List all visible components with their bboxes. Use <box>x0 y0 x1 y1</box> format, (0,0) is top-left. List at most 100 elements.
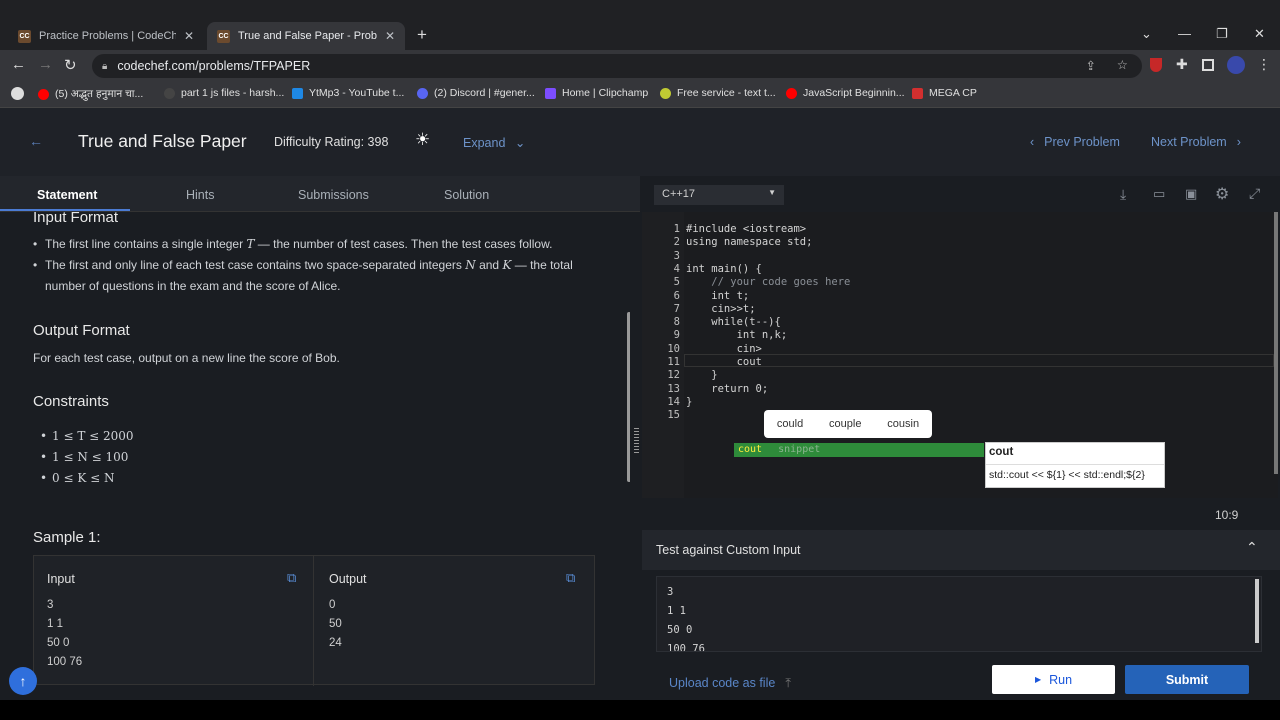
statement-scrollbar[interactable] <box>627 312 630 482</box>
sample-table: Input ⧉ 3 1 1 50 0 100 76 Output ⧉ 0 50 … <box>33 555 595 686</box>
browser-tab-practice[interactable]: CC Practice Problems | CodeChef ✕ <box>8 22 204 50</box>
extensions-puzzle-icon[interactable]: ✚ <box>1176 56 1188 73</box>
close-tab-icon[interactable]: ✕ <box>184 29 194 43</box>
custom-input-scrollbar[interactable] <box>1255 579 1259 643</box>
url-text: codechef.com/problems/TFPAPER <box>117 59 311 73</box>
codechef-favicon-icon: CC <box>18 29 31 43</box>
settings-gear-icon[interactable]: ⚙ <box>1215 184 1229 204</box>
mega-icon <box>912 87 923 99</box>
upload-code-link[interactable]: Upload code as file ⤒ <box>669 676 791 691</box>
snippet-suggestion-row[interactable]: cout snippet <box>734 443 984 457</box>
constraint-item: 0 ≤ K ≤ N <box>40 468 115 489</box>
caret-down-icon: ▼ <box>768 188 776 197</box>
youtube-icon <box>786 87 797 99</box>
word-suggestion[interactable]: could <box>777 418 803 430</box>
line-number: 12 <box>667 369 680 382</box>
profile-avatar[interactable] <box>1227 56 1245 74</box>
tab-submissions[interactable]: Submissions <box>298 188 369 202</box>
submit-button[interactable]: Submit <box>1125 665 1249 694</box>
bookmark-item[interactable]: MEGA CP <box>912 87 977 99</box>
output-format-text: For each test case, output on a new line… <box>33 351 340 365</box>
globe-icon[interactable] <box>11 87 24 100</box>
word-suggestion[interactable]: couple <box>829 418 861 430</box>
input-format-bullet: The first and only line of each test cas… <box>33 255 605 297</box>
word-suggestion[interactable]: cousin <box>887 418 919 430</box>
custom-input-header[interactable]: Test against Custom Input ⌃ <box>642 530 1280 570</box>
chevron-left-icon: ‹ <box>1030 135 1035 149</box>
word-suggestions-popup: could couple cousin <box>764 410 932 438</box>
code-line: return 0; <box>686 382 769 395</box>
code-line: cin> <box>686 342 762 355</box>
next-problem-button[interactable]: Next Problem › <box>1151 135 1241 149</box>
back-icon[interactable]: ← <box>11 56 26 73</box>
run-button[interactable]: ▶ Run <box>992 665 1115 694</box>
reload-icon[interactable]: ↻ <box>64 56 77 74</box>
bookmark-star-icon[interactable]: ☆ <box>1117 57 1128 72</box>
download-icon[interactable]: ⤓ <box>1120 186 1126 203</box>
difficulty-rating: Difficulty Rating: 398 <box>274 135 389 149</box>
fullscreen-icon[interactable]: ⤢ <box>1249 185 1260 202</box>
bookmark-item[interactable]: JavaScript Beginnin... <box>786 87 905 99</box>
bookmark-item[interactable]: Home | Clipchamp <box>545 87 648 99</box>
bookmark-item[interactable]: YtMp3 - YouTube t... <box>292 87 404 99</box>
editor-pane: C++17 ▼ ⤓ ▭ ▣ ⚙ ⤢ 1 #include <iostream> 2 u… <box>642 176 1280 700</box>
language-select[interactable]: C++17 ▼ <box>654 185 784 205</box>
input-format-bullet: The first line contains a single integer… <box>33 234 605 255</box>
maximize-icon[interactable]: ❐ <box>1216 26 1228 42</box>
line-number: 11 <box>667 356 680 368</box>
menu-kebab-icon[interactable]: ⋮ <box>1257 56 1271 73</box>
codechef-favicon-icon: CC <box>217 29 230 43</box>
new-tab-icon[interactable]: + <box>417 25 427 45</box>
address-bar[interactable]: 🔒︎ codechef.com/problems/TFPAPER ⇪ ☆ <box>92 54 1142 78</box>
page-title: True and False Paper <box>78 131 247 151</box>
sun-icon[interactable]: ☀ <box>415 130 430 150</box>
editor-scrollbar[interactable] <box>1274 212 1278 474</box>
pane-resize-handle[interactable] <box>634 428 639 454</box>
code-line: cin>>t; <box>686 302 756 315</box>
sidepanel-icon[interactable] <box>1202 59 1214 71</box>
share-icon[interactable]: ⇪ <box>1086 58 1096 73</box>
tab-solution[interactable]: Solution <box>444 188 489 202</box>
bookmark-item[interactable]: (5) अद्भुत हनुमान चा... <box>38 87 143 101</box>
close-window-icon[interactable]: ✕ <box>1254 26 1265 42</box>
copy-icon[interactable]: ⧉ <box>566 570 575 586</box>
chevron-down-icon: ⌄ <box>514 136 526 150</box>
tab-statement[interactable]: Statement <box>37 188 97 202</box>
line-number: 10 <box>667 342 680 355</box>
bookmark-item[interactable]: (2) Discord | #gener... <box>417 87 535 99</box>
minimize-icon[interactable]: — <box>1178 26 1191 41</box>
upload-arrow-icon: ⤒ <box>785 676 791 690</box>
back-arrow-icon[interactable]: ← <box>29 133 43 149</box>
expand-button[interactable]: Expand ⌄ <box>463 135 525 150</box>
forward-icon[interactable]: → <box>38 56 53 73</box>
tab-title: Practice Problems | CodeChef <box>39 30 176 42</box>
copy-icon[interactable]: ⧉ <box>287 570 296 586</box>
problem-statement: Input Format The first line contains a s… <box>0 212 630 700</box>
bookmarks-bar: (5) अद्भुत हनुमान चा... part 1 js files … <box>0 82 1280 108</box>
suggestion-detail-popup: cout std::cout << ${1} << std::endl;${2} <box>985 442 1165 488</box>
code-line: int t; <box>686 289 750 302</box>
bookmark-item[interactable]: part 1 js files - harsh... <box>164 87 284 99</box>
custom-input-values: 3 1 1 50 0 100 76 <box>667 586 705 652</box>
moon-icon <box>660 87 671 99</box>
bookmark-item[interactable]: Free service - text t... <box>660 87 776 99</box>
tab-hints[interactable]: Hints <box>186 188 214 202</box>
tab-search-icon[interactable]: ⌄ <box>1141 26 1152 42</box>
line-number: 1 <box>673 223 680 235</box>
prev-problem-button[interactable]: ‹ Prev Problem <box>1030 135 1120 149</box>
tab-title: True and False Paper - Problems | C <box>238 30 377 42</box>
close-tab-icon[interactable]: ✕ <box>385 29 395 43</box>
chevron-up-icon[interactable]: ⌃ <box>1246 539 1258 556</box>
extension-shield-icon[interactable] <box>1150 58 1162 72</box>
play-icon: ▶ <box>1034 675 1042 684</box>
save-icon[interactable]: ▣ <box>1185 186 1197 202</box>
custom-input-textarea[interactable]: 3 1 1 50 0 100 76 <box>656 576 1262 652</box>
comment-icon[interactable]: ▭ <box>1153 186 1165 202</box>
browser-tab-active[interactable]: CC True and False Paper - Problems | C ✕ <box>207 22 405 50</box>
line-number: 7 <box>673 302 680 315</box>
scroll-to-top-button[interactable]: ↑ <box>9 667 37 695</box>
codechef-app: ← True and False Paper Difficulty Rating… <box>0 108 1280 700</box>
statement-tabs: Statement Hints Submissions Solution <box>0 176 640 212</box>
code-line: int n,k; <box>686 329 788 342</box>
code-line: while(t--){ <box>686 316 781 329</box>
